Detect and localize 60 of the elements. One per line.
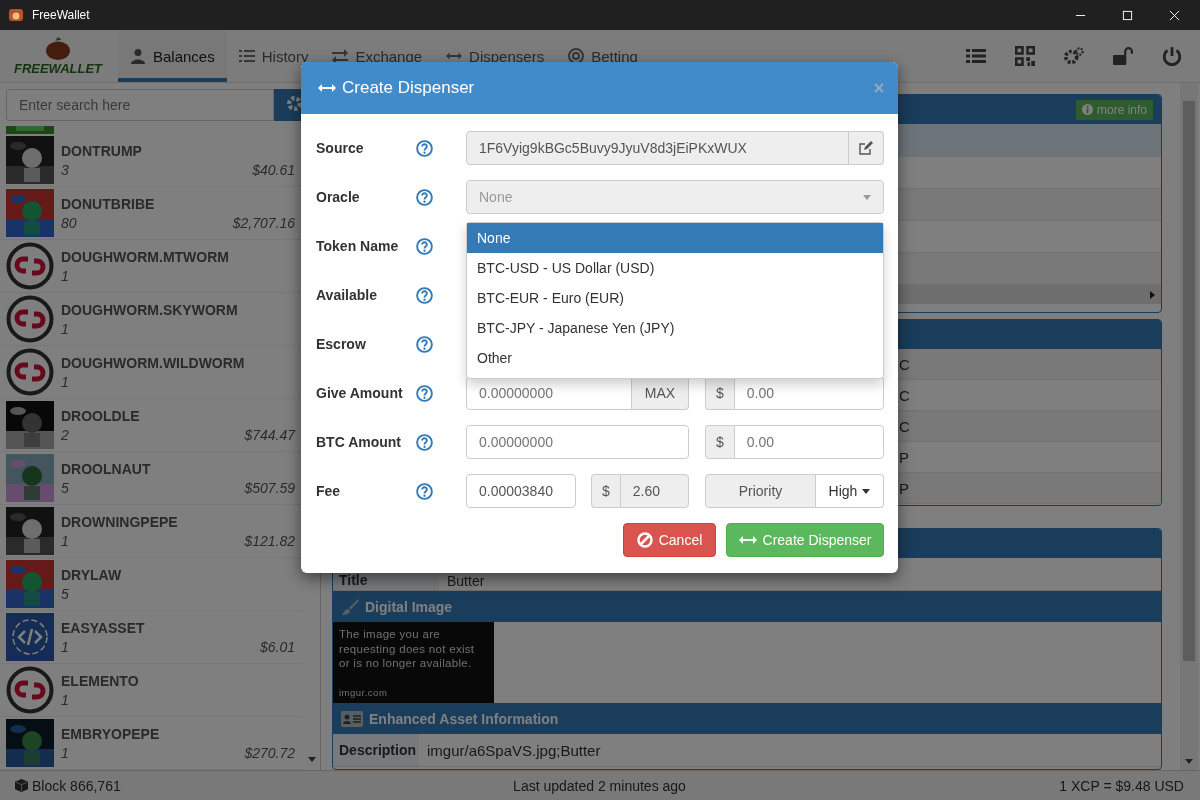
asset-value: $507.59 — [244, 479, 295, 496]
image-notice: The image you are requesting does not exist or is no longer available. — [339, 627, 476, 671]
asset-amount: 80 — [61, 214, 77, 231]
block-text: Block 866,761 — [32, 777, 121, 794]
table-cell: P — [899, 448, 909, 466]
asset-amount: 2 — [61, 426, 69, 443]
currency-addon: $ — [705, 425, 734, 459]
asset-amount: 1 — [61, 744, 69, 761]
asset-amount: 5 — [61, 585, 69, 602]
asset-value: $121.82 — [244, 532, 295, 549]
asset-amount: 1 — [61, 267, 69, 284]
priority-addon: Priority — [705, 474, 816, 508]
asset-amount: 1 — [61, 638, 69, 655]
table-cell: C — [899, 386, 910, 404]
logo-text: FREEWALLET — [13, 60, 103, 76]
field-label: Escrow — [316, 336, 367, 352]
asset-value: $40.61 — [252, 161, 295, 178]
field-label: Oracle — [316, 189, 361, 205]
field-label: Token Name — [316, 238, 400, 254]
asset-name: DOUGHWORM.SKYWORM — [61, 301, 239, 318]
table-cell: C — [899, 417, 910, 435]
row-value: Butter — [446, 573, 485, 590]
field-label: Give Amount — [316, 385, 404, 401]
currency-addon: $ — [591, 474, 620, 508]
section-heading: Digital Image — [365, 598, 453, 615]
asset-value: $744.47 — [244, 426, 295, 443]
asset-value: $6.01 — [259, 638, 295, 655]
asset-name: DONTRUMP — [61, 142, 143, 159]
asset-name: DOUGHWORM.WILDWORM — [61, 354, 246, 371]
asset-name: DROOLDLE — [61, 407, 141, 424]
asset-amount: 1 — [61, 373, 69, 390]
last-updated: Last updated 2 minutes ago — [513, 777, 686, 794]
image-source: imgur.com — [339, 687, 389, 698]
asset-name: EASYASSET — [61, 619, 146, 636]
asset-amount: 1 — [61, 691, 69, 708]
asset-amount: 3 — [61, 161, 69, 178]
field-label: BTC Amount — [316, 434, 403, 450]
asset-value: $270.72 — [244, 744, 295, 761]
asset-value: $2,707.16 — [232, 214, 295, 231]
asset-amount: 1 — [61, 532, 69, 549]
field-label: Fee — [316, 483, 342, 499]
asset-name: DONUTBRIBE — [61, 195, 156, 212]
section-heading: Enhanced Asset Information — [369, 710, 559, 727]
field-label: Available — [316, 287, 378, 303]
asset-name: DROOLNAUT — [61, 460, 152, 477]
window-title: FreeWallet — [32, 8, 90, 22]
table-cell: P — [899, 479, 909, 497]
asset-name: DROWNINGPEPE — [61, 513, 179, 530]
asset-name: ELEMENTO — [61, 672, 140, 689]
row-value: imgur/a6SpaVS.jpg;Butter — [426, 741, 601, 759]
field-label: Source — [316, 140, 365, 156]
asset-name: EMBRYOPEPE — [61, 725, 161, 742]
dialog-title: Create Dispenser — [342, 78, 475, 98]
asset-amount: 1 — [61, 320, 69, 337]
asset-name: DOUGHWORM.MTWORM — [61, 248, 230, 265]
asset-name: DRYLAW — [61, 566, 123, 583]
row-label: Description — [333, 734, 419, 766]
table-cell: C — [899, 355, 910, 373]
asset-amount: 5 — [61, 479, 69, 496]
exchange-rate: 1 XCP = $9.48 USD — [1058, 777, 1184, 794]
